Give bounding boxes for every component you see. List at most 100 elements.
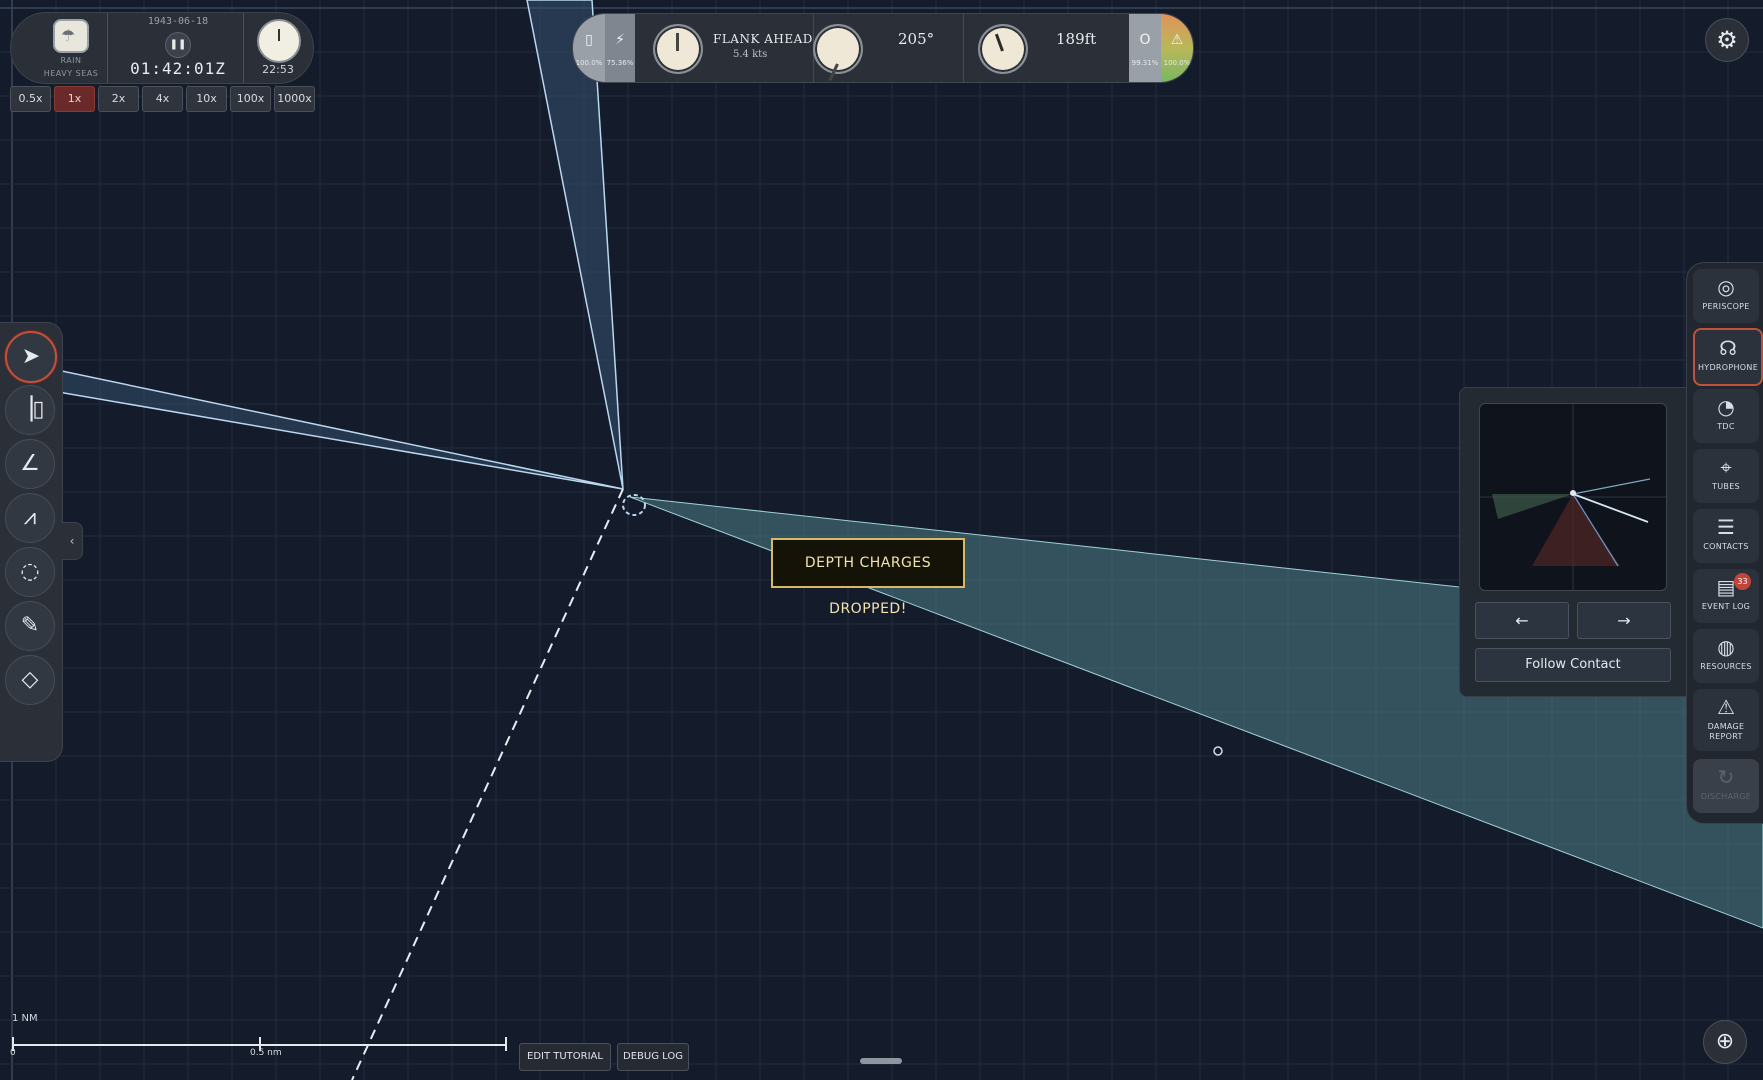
pencil-icon: ✎	[20, 613, 40, 638]
lightning-icon: ⚡	[615, 32, 625, 48]
heading-value: 205°	[898, 30, 935, 48]
oxygen-label: O	[1139, 32, 1151, 48]
nav-label: DAMAGE REPORT	[1707, 722, 1745, 741]
speed-0.5x-button[interactable]: 0.5x	[10, 86, 51, 112]
nav-label: CONTACTS	[1703, 542, 1749, 551]
warning-icon: ⚠	[1717, 695, 1735, 719]
clock-icon	[257, 19, 301, 63]
nav-tdc[interactable]: ◔ TDC	[1693, 389, 1759, 443]
oxygen-percent: 99.31%	[1131, 59, 1159, 67]
settings-button[interactable]: ⚙	[1705, 18, 1749, 62]
headphones-icon: ☊	[1719, 336, 1737, 360]
ruler-tool-button[interactable]: ▕▯	[5, 385, 55, 435]
toolbar-collapse-button[interactable]: ‹	[62, 522, 83, 560]
crosshair-icon: ⌖	[1720, 455, 1732, 479]
compass-tool-button[interactable]: ⩘	[5, 493, 55, 543]
circle-tool-button[interactable]: ◌	[5, 547, 55, 597]
divider	[243, 13, 244, 83]
speed-order: FLANK AHEAD	[713, 32, 813, 46]
nav-hydrophone[interactable]: ☊ HYDROPHONE	[1693, 328, 1763, 386]
nav-contacts[interactable]: ☰ CONTACTS	[1693, 509, 1759, 563]
nav-label: DISCHARGE	[1700, 792, 1752, 801]
station-nav: ◎ PERISCOPE ☊ HYDROPHONE ◔ TDC ⌖ TUBES ☰ CONT…	[1686, 262, 1763, 824]
time-panel: ☂ RAIN HEAVY SEAS 1943-06-18 ❚❚ 01:42:01…	[10, 12, 314, 84]
local-time: 22:53	[262, 63, 294, 76]
eraser-tool-button[interactable]: ◇	[5, 655, 55, 705]
divider	[963, 14, 964, 82]
time-display: 01:42:01Z	[130, 59, 226, 78]
debug-log-button[interactable]: DEBUG LOG	[617, 1043, 689, 1071]
alert-toast: DEPTH CHARGES DROPPED!	[771, 538, 965, 617]
hull-percent: 100.0%	[1163, 59, 1191, 67]
rain-cloud-icon: ☂	[53, 19, 89, 53]
compass-dial[interactable]	[813, 24, 863, 74]
scale-tick	[505, 1037, 507, 1051]
nav-event-log[interactable]: ▤ EVENT LOG 33	[1693, 569, 1759, 623]
oxygen-gauge: O 99.31%	[1129, 14, 1161, 82]
recenter-button[interactable]: ⊕	[1703, 1020, 1747, 1064]
resources-icon: ◍	[1717, 635, 1735, 659]
scale-mid-label: 0.5 nm	[250, 1048, 282, 1058]
periscope-icon: ◎	[1717, 275, 1735, 299]
dashed-circle-icon: ◌	[20, 559, 40, 584]
speed-2x-button[interactable]: 2x	[98, 86, 139, 112]
eraser-icon: ◇	[21, 667, 39, 692]
scale-label: 1 NM	[12, 1013, 38, 1024]
speed-10x-button[interactable]: 10x	[186, 86, 227, 112]
home-indicator[interactable]	[860, 1058, 902, 1064]
speed-100x-button[interactable]: 100x	[230, 86, 271, 112]
nav-label: TDC	[1717, 422, 1735, 431]
depth-gauge-dial[interactable]	[978, 24, 1028, 74]
chevron-left-icon: ‹	[69, 534, 75, 548]
nav-discharge[interactable]: ↻ DISCHARGE	[1693, 759, 1759, 813]
follow-contact-button[interactable]: Follow Contact	[1475, 648, 1671, 682]
scale-zero-label: 0	[10, 1048, 16, 1058]
pencil-tool-button[interactable]: ✎	[5, 601, 55, 651]
sonar-bearing-cone-west	[0, 357, 624, 490]
nav-label: PERISCOPE	[1702, 302, 1750, 311]
select-tool-button[interactable]: ➤	[5, 331, 57, 383]
heading-line	[351, 488, 624, 1080]
speed-4x-button[interactable]: 4x	[142, 86, 183, 112]
battery-icon: ▯	[585, 32, 593, 48]
gear-icon: ⚙	[1716, 26, 1738, 54]
hull-integrity-gauge: ⚠ 100.0%	[1161, 14, 1193, 82]
nav-resources[interactable]: ◍ RESOURCES	[1693, 629, 1759, 683]
pause-button[interactable]: ❚❚	[165, 32, 191, 58]
angle-icon: ∠	[20, 451, 40, 476]
previous-contact-button[interactable]: ←	[1475, 602, 1569, 639]
nav-label: HYDROPHONE	[1697, 363, 1759, 372]
protractor-tool-button[interactable]: ∠	[5, 439, 55, 489]
next-contact-button[interactable]: →	[1577, 602, 1671, 639]
submarine-status-bar: ▯ 100.0% ⚡ 75.36% FLANK AHEAD 5.4 kts 20…	[572, 13, 1194, 83]
nav-damage-report[interactable]: ⚠ DAMAGE REPORT	[1693, 689, 1759, 751]
waypoint-marker	[1213, 746, 1223, 756]
speed-1000x-button[interactable]: 1000x	[274, 86, 315, 112]
date-display: 1943-06-18	[147, 16, 209, 27]
divider	[107, 13, 108, 83]
battery-gauge: ▯ 100.0%	[573, 14, 605, 82]
battery-percent: 100.0%	[575, 59, 603, 67]
edit-tutorial-button[interactable]: EDIT TUTORIAL	[519, 1043, 611, 1071]
ruler-icon: ▕▯	[15, 397, 45, 422]
power-gauge: ⚡ 75.36%	[605, 14, 636, 82]
nav-label: RESOURCES	[1700, 662, 1752, 671]
hydrophone-display	[1479, 403, 1667, 591]
warning-icon: ⚠	[1170, 32, 1184, 48]
nav-periscope[interactable]: ◎ PERISCOPE	[1693, 269, 1759, 323]
speed-1x-button[interactable]: 1x	[54, 86, 95, 112]
engine-telegraph-dial[interactable]	[653, 24, 703, 74]
drafting-compass-icon: ⩘	[23, 505, 37, 530]
sea-state: HEAVY SEAS	[43, 69, 99, 78]
nav-label: EVENT LOG	[1701, 602, 1751, 611]
crosshair-icon: ⊕	[1715, 1029, 1735, 1054]
discharge-icon: ↻	[1717, 765, 1735, 789]
power-percent: 75.36%	[606, 59, 634, 67]
drawing-toolbar: ➤ ▕▯ ∠ ⩘ ◌ ✎ ◇	[0, 322, 63, 762]
list-icon: ☰	[1717, 515, 1735, 539]
speed-value: 5.4 kts	[733, 49, 768, 60]
tdc-icon: ◔	[1717, 395, 1735, 419]
nav-tubes[interactable]: ⌖ TUBES	[1693, 449, 1759, 503]
weather-condition: RAIN	[60, 56, 82, 65]
depth-value: 189ft	[1056, 30, 1097, 48]
